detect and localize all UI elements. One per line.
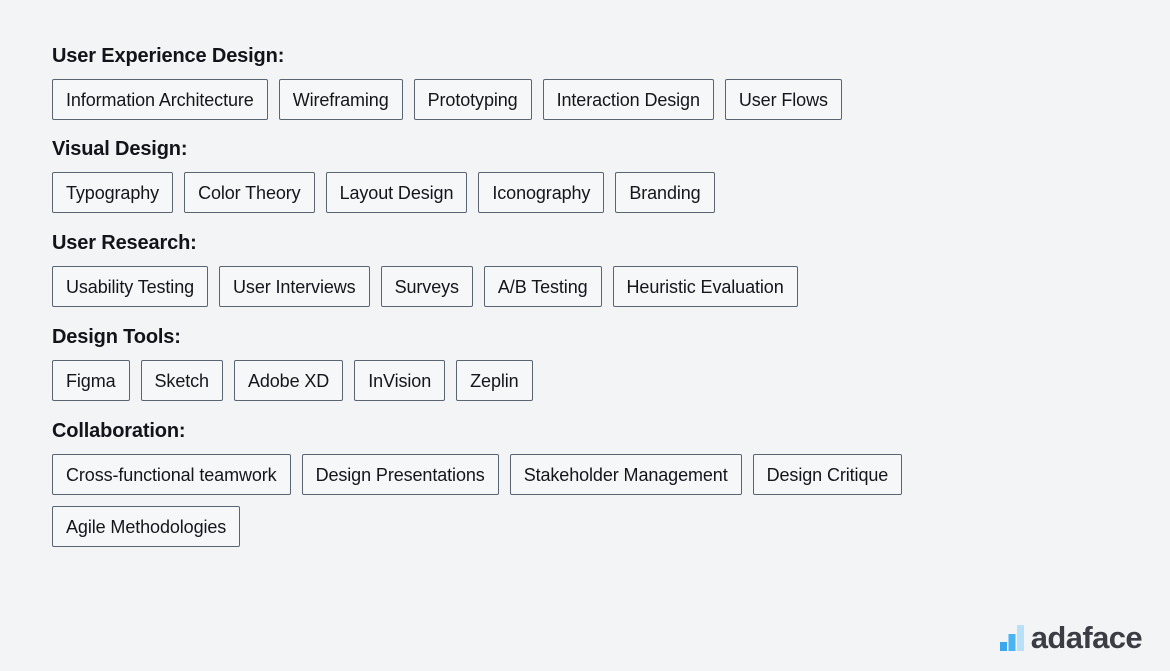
skill-tag[interactable]: A/B Testing bbox=[483, 266, 602, 307]
section-heading: Design Tools: bbox=[52, 326, 181, 348]
skill-tag[interactable]: Figma bbox=[52, 360, 130, 401]
skill-section-user-research: User Research: Usability Testing User In… bbox=[52, 231, 1118, 307]
skill-tag[interactable]: Branding bbox=[615, 172, 715, 213]
adaface-wordmark: adaface bbox=[1030, 620, 1143, 655]
section-heading: User Research: bbox=[52, 232, 197, 254]
skill-tag[interactable]: Design Presentations bbox=[301, 454, 499, 495]
skills-panel: User Experience Design: Information Arch… bbox=[0, 0, 1170, 671]
skill-tag[interactable]: Layout Design bbox=[325, 172, 468, 213]
skill-tag[interactable]: Design Critique bbox=[752, 454, 903, 495]
bar-chart-logo-icon bbox=[999, 624, 1024, 651]
skill-tag[interactable]: Heuristic Evaluation bbox=[612, 266, 798, 307]
skill-tag[interactable]: Wireframing bbox=[278, 79, 403, 120]
skill-tag[interactable]: Usability Testing bbox=[52, 266, 209, 307]
skill-tag[interactable]: Sketch bbox=[140, 360, 223, 401]
skill-tag[interactable]: Color Theory bbox=[184, 172, 315, 213]
section-heading: User Experience Design: bbox=[52, 45, 285, 67]
skill-section-collaboration: Collaboration: Cross-functional teamwork… bbox=[52, 419, 1118, 547]
section-heading: Visual Design: bbox=[52, 138, 188, 160]
section-heading: Collaboration: bbox=[52, 420, 186, 442]
skill-tag[interactable]: Cross-functional teamwork bbox=[52, 454, 291, 495]
skill-tag[interactable]: InVision bbox=[354, 360, 446, 401]
skill-tag[interactable]: Typography bbox=[52, 172, 174, 213]
skill-tag[interactable]: Interaction Design bbox=[542, 79, 714, 120]
tag-row: Figma Sketch Adobe XD InVision Zeplin bbox=[52, 360, 1072, 401]
skill-tag[interactable]: Surveys bbox=[380, 266, 473, 307]
skill-tag[interactable]: Zeplin bbox=[456, 360, 533, 401]
adaface-logo: adaface bbox=[999, 620, 1143, 655]
tag-row: Cross-functional teamwork Design Present… bbox=[52, 454, 1072, 547]
tag-row: Typography Color Theory Layout Design Ic… bbox=[52, 172, 1072, 213]
skill-section-design-tools: Design Tools: Figma Sketch Adobe XD InVi… bbox=[52, 325, 1118, 401]
skill-tag[interactable]: Adobe XD bbox=[233, 360, 344, 401]
tag-row: Information Architecture Wireframing Pro… bbox=[52, 79, 1072, 120]
skill-tag[interactable]: Stakeholder Management bbox=[509, 454, 742, 495]
skill-tag[interactable]: User Flows bbox=[724, 79, 842, 120]
skill-tag[interactable]: Information Architecture bbox=[52, 79, 268, 120]
skill-tag[interactable]: User Interviews bbox=[219, 266, 370, 307]
skill-tag[interactable]: Iconography bbox=[478, 172, 605, 213]
tag-row: Usability Testing User Interviews Survey… bbox=[52, 266, 1072, 307]
skill-tag[interactable]: Agile Methodologies bbox=[52, 506, 241, 547]
skill-section-user-experience-design: User Experience Design: Information Arch… bbox=[52, 44, 1118, 120]
skill-section-visual-design: Visual Design: Typography Color Theory L… bbox=[52, 137, 1118, 213]
skill-tag[interactable]: Prototyping bbox=[413, 79, 532, 120]
